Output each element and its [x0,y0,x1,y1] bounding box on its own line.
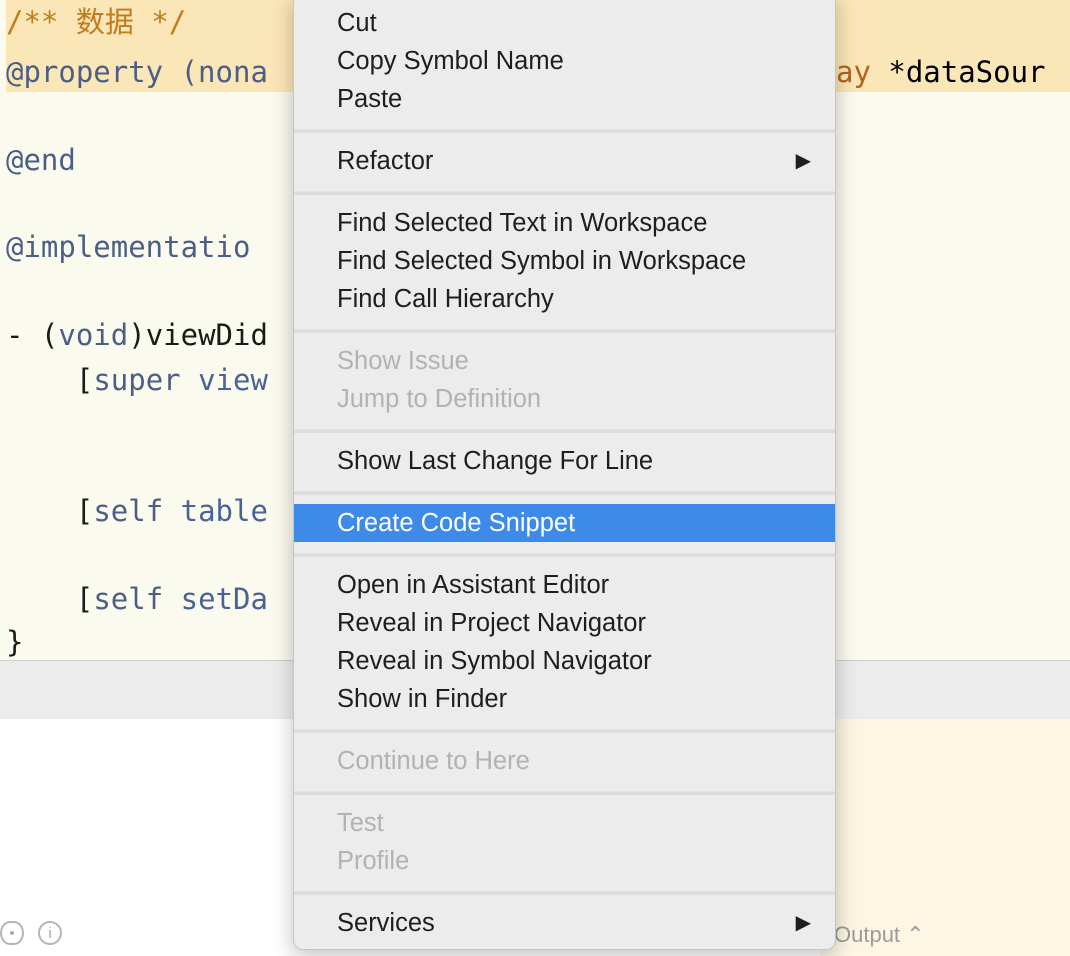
menu-item-copy-symbol-name[interactable]: Copy Symbol Name [294,42,835,80]
menu-item-paste[interactable]: Paste [294,80,835,118]
code-line-comment: /** 数据 */ [6,5,187,39]
menu-item-show-last-change[interactable]: Show Last Change For Line [294,442,835,480]
code-line-closing-brace: } [6,625,24,659]
menu-item-reveal-project-navigator[interactable]: Reveal in Project Navigator [294,604,835,642]
menu-item-show-issue: Show Issue [337,347,469,375]
menu-item-find-selected-text[interactable]: Find Selected Text in Workspace [294,204,835,242]
code-line-super: [super view [6,363,268,397]
chevron-updown-icon: ⌃ [906,922,925,947]
menu-separator [294,791,835,795]
menu-item-show-in-finder[interactable]: Show in Finder [294,680,835,718]
menu-item-test: Test [337,809,384,837]
info-icon[interactable]: i [38,921,62,945]
eye-icon[interactable]: • [0,921,24,945]
submenu-arrow-icon: ▶ [795,150,811,172]
menu-item-create-code-snippet[interactable]: Create Code Snippet [294,504,835,542]
menu-item-find-selected-symbol[interactable]: Find Selected Symbol in Workspace [294,242,835,280]
menu-item-jump-to-definition: Jump to Definition [337,385,542,413]
menu-separator [294,191,835,195]
menu-item-cut[interactable]: Cut [294,4,835,42]
menu-item-refactor[interactable]: Refactor ▶ [294,142,835,180]
code-line-viewdidload: - (void)viewDid [6,318,268,352]
menu-separator [294,329,835,333]
code-line-implementation: @implementatio [6,230,251,264]
code-line-property-tail: ay *dataSour [836,55,1046,89]
menu-item-reveal-symbol-navigator[interactable]: Reveal in Symbol Navigator [294,642,835,680]
menu-item-open-assistant-editor[interactable]: Open in Assistant Editor [294,566,835,604]
submenu-arrow-icon: ▶ [795,912,811,934]
code-line-self-table: [self table [6,494,268,528]
menu-item-continue-to-here: Continue to Here [337,747,530,775]
menu-separator [294,129,835,133]
output-selector[interactable]: Output ⌃ [834,920,925,950]
menu-item-profile: Profile [337,847,410,875]
debug-toolbar: • i [0,918,62,948]
menu-separator [294,553,835,557]
context-menu: Cut Copy Symbol Name Paste Refactor ▶ Fi… [293,0,836,950]
menu-separator [294,891,835,895]
menu-separator [294,429,835,433]
menu-item-services[interactable]: Services ▶ [294,904,835,942]
code-line-end: @end [6,143,76,177]
code-line-property: @property (nona [6,55,268,89]
menu-separator [294,491,835,495]
code-line-self-setdata: [self setDa [6,582,268,616]
menu-item-find-call-hierarchy[interactable]: Find Call Hierarchy [294,280,835,318]
menu-separator [294,729,835,733]
